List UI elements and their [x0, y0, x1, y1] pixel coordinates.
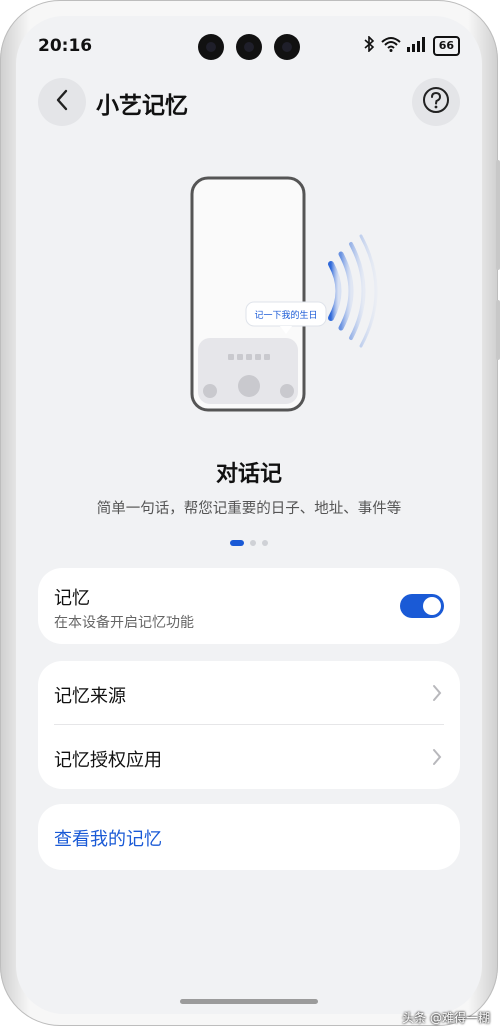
- illustration-svg: 记一下我的生日: [190, 176, 378, 412]
- screen: 20:16 66 小艺记忆 记一下我的生日 对话记 简单一句话，帮您记重要的日子…: [16, 16, 482, 1014]
- memory-toggle-subtitle: 在本设备开启记忆功能: [54, 615, 194, 631]
- memory-toggle-switch[interactable]: [400, 594, 444, 618]
- front-camera: [198, 34, 224, 60]
- help-button[interactable]: [412, 78, 460, 126]
- list-item-label: 记忆授权应用: [54, 750, 162, 771]
- chevron-left-icon: [55, 89, 69, 115]
- status-bar: 20:16 66: [16, 16, 482, 76]
- header: 小艺记忆: [16, 76, 482, 140]
- list-item-memory-source[interactable]: 记忆来源: [38, 661, 460, 724]
- toggle-knob: [423, 597, 441, 615]
- memory-toggle-card: 记忆 在本设备开启记忆功能: [38, 568, 460, 644]
- question-icon: [422, 86, 450, 118]
- list-item-label: 记忆来源: [54, 686, 126, 707]
- sound-wave-1: [328, 261, 342, 321]
- sound-wave-2: [338, 251, 354, 331]
- chevron-right-icon: [430, 747, 444, 767]
- page-dot-2[interactable]: [250, 540, 256, 546]
- status-icons: 66: [363, 35, 460, 56]
- page-title: 小艺记忆: [96, 93, 188, 119]
- back-button[interactable]: [38, 78, 86, 126]
- battery-indicator: 66: [432, 36, 460, 56]
- page-dot-3[interactable]: [262, 540, 268, 546]
- side-button-power: [496, 300, 500, 360]
- list-item-authorized-apps[interactable]: 记忆授权应用: [38, 725, 460, 789]
- settings-list-card: 记忆来源 记忆授权应用: [38, 661, 460, 789]
- front-sensor: [236, 34, 262, 60]
- feature-illustration: 记一下我的生日: [16, 166, 482, 426]
- feature-title: 对话记: [215, 462, 282, 487]
- side-button-volume: [496, 160, 500, 270]
- memory-toggle-title: 记忆: [54, 588, 90, 609]
- status-time: 20:16: [38, 36, 93, 56]
- page-dot-1[interactable]: [230, 540, 244, 546]
- chevron-right-icon: [430, 683, 444, 703]
- signal-icon: [406, 36, 427, 56]
- speech-bubble-text: 记一下我的生日: [254, 309, 317, 321]
- bluetooth-icon: [363, 35, 375, 56]
- view-memory-link[interactable]: 查看我的记忆: [54, 825, 162, 851]
- home-indicator[interactable]: [180, 999, 318, 1004]
- view-memory-card[interactable]: 查看我的记忆: [38, 804, 460, 870]
- front-camera-secondary: [274, 34, 300, 60]
- wifi-icon: [381, 36, 401, 56]
- page-indicator[interactable]: [16, 540, 482, 546]
- watermark: 头条 @难得一糊: [402, 1011, 490, 1025]
- feature-description: 简单一句话，帮您记重要的日子、地址、事件等: [96, 501, 402, 517]
